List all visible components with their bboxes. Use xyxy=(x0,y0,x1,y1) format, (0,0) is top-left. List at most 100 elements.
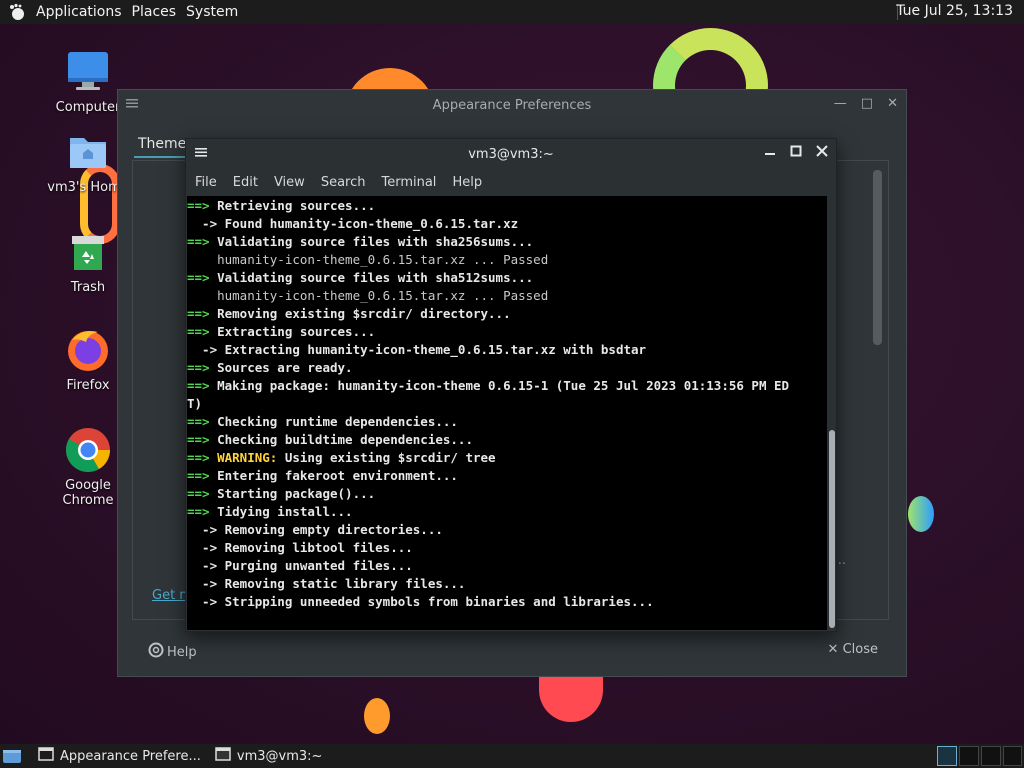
workspace-1[interactable] xyxy=(937,746,957,766)
menu-system[interactable]: System xyxy=(181,4,243,20)
workspace-4[interactable] xyxy=(1003,746,1022,766)
firefox-icon xyxy=(64,326,112,374)
wallpaper-shape xyxy=(908,496,934,532)
workspace-3[interactable] xyxy=(981,746,1001,766)
taskbar-item-terminal[interactable]: vm3@vm3:~ xyxy=(215,747,322,765)
prompt-arrow: ==> xyxy=(187,432,210,447)
terminal-output[interactable]: ==> Retrieving sources... -> Found human… xyxy=(187,196,827,630)
terminal-line-text: Entering fakeroot environment... xyxy=(209,468,458,483)
prompt-arrow: ==> xyxy=(187,324,210,339)
wallpaper-shape xyxy=(364,698,390,734)
terminal-line: ==> Checking buildtime dependencies... xyxy=(187,431,827,449)
prompt-arrow: ==> xyxy=(187,450,210,465)
terminal-icon xyxy=(215,747,231,765)
window-menu-icon[interactable] xyxy=(126,97,138,113)
prompt-arrow: ==> xyxy=(187,360,210,375)
top-panel: Applications Places System Tue Jul 25, 1… xyxy=(0,0,1024,24)
terminal-line: ==> Making package: humanity-icon-theme … xyxy=(187,377,827,395)
terminal-line-text: -> Purging unwanted files... xyxy=(187,558,413,573)
terminal-line: ==> Validating source files with sha256s… xyxy=(187,233,827,251)
menu-applications[interactable]: Applications xyxy=(31,4,127,20)
prompt-arrow: ==> xyxy=(187,198,210,213)
terminal-line-text: humanity-icon-theme_0.6.15.tar.xz ... Pa… xyxy=(187,288,549,303)
terminal-line: -> Removing empty directories... xyxy=(187,521,827,539)
terminal-line: ==> Tidying install... xyxy=(187,503,827,521)
terminal-line: -> Purging unwanted files... xyxy=(187,557,827,575)
menu-terminal[interactable]: Terminal xyxy=(373,175,444,190)
terminal-scrollbar-thumb[interactable] xyxy=(829,430,835,628)
clock[interactable]: Tue Jul 25, 13:13 xyxy=(896,3,1013,19)
terminal-titlebar[interactable]: vm3@vm3:~ xyxy=(186,139,836,169)
menu-help[interactable]: Help xyxy=(444,175,490,190)
maximize-icon[interactable] xyxy=(790,145,802,161)
terminal-line-text: -> Removing static library files... xyxy=(187,576,466,591)
terminal-line: ==> Checking runtime dependencies... xyxy=(187,413,827,431)
prompt-arrow: ==> xyxy=(187,378,210,393)
minimize-icon[interactable]: — xyxy=(834,96,847,111)
terminal-line: -> Removing static library files... xyxy=(187,575,827,593)
home-folder-icon xyxy=(64,128,112,176)
window-titlebar[interactable]: Appearance Preferences — □ ✕ xyxy=(118,90,906,120)
close-label: Close xyxy=(842,642,878,657)
terminal-line: T) xyxy=(187,395,827,413)
window-icon xyxy=(38,747,54,765)
workspace-2[interactable] xyxy=(959,746,979,766)
minimize-icon[interactable] xyxy=(764,145,776,161)
terminal-line: -> Found humanity-icon-theme_0.6.15.tar.… xyxy=(187,215,827,233)
terminal-line: -> Extracting humanity-icon-theme_0.6.15… xyxy=(187,341,827,359)
terminal-window: vm3@vm3:~ File Edit View Search Terminal… xyxy=(185,138,837,632)
terminal-line: ==> Retrieving sources... xyxy=(187,197,827,215)
warning-label: WARNING: xyxy=(209,450,278,465)
window-title: Appearance Preferences xyxy=(432,97,592,113)
close-button[interactable]: ✕ Close xyxy=(828,642,878,657)
terminal-title: vm3@vm3:~ xyxy=(468,146,554,162)
terminal-line: ==> Sources are ready. xyxy=(187,359,827,377)
terminal-line: ==> Entering fakeroot environment... xyxy=(187,467,827,485)
terminal-line: ==> WARNING: Using existing $srcdir/ tre… xyxy=(187,449,827,467)
terminal-line-text: -> Found humanity-icon-theme_0.6.15.tar.… xyxy=(187,216,519,231)
terminal-line-text: Validating source files with sha256sums.… xyxy=(209,234,534,249)
terminal-line-text: Checking buildtime dependencies... xyxy=(209,432,473,447)
terminal-line-text: -> Stripping unneeded symbols from binar… xyxy=(187,594,654,609)
terminal-line-text: -> Removing empty directories... xyxy=(187,522,443,537)
terminal-line-text: Checking runtime dependencies... xyxy=(209,414,458,429)
menu-view[interactable]: View xyxy=(266,175,313,190)
prompt-arrow: ==> xyxy=(187,306,210,321)
close-icon[interactable] xyxy=(816,145,828,161)
terminal-line: humanity-icon-theme_0.6.15.tar.xz ... Pa… xyxy=(187,251,827,269)
prompt-arrow: ==> xyxy=(187,504,210,519)
menu-file[interactable]: File xyxy=(187,175,225,190)
chrome-icon xyxy=(64,426,112,474)
terminal-line: ==> Validating source files with sha512s… xyxy=(187,269,827,287)
maximize-icon[interactable]: □ xyxy=(861,96,873,111)
prompt-arrow: ==> xyxy=(187,414,210,429)
terminal-menubar: File Edit View Search Terminal Help xyxy=(186,169,836,195)
help-button[interactable]: Help xyxy=(148,642,197,662)
terminal-line-text: Retrieving sources... xyxy=(209,198,376,213)
bottom-panel: Appearance Prefere... vm3@vm3:~ xyxy=(0,744,1024,768)
menu-edit[interactable]: Edit xyxy=(225,175,266,190)
terminal-line-text: Validating source files with sha512sums.… xyxy=(209,270,534,285)
terminal-line-text: Starting package()... xyxy=(209,486,376,501)
help-label: Help xyxy=(167,644,197,660)
terminal-line-text: Extracting sources... xyxy=(209,324,376,339)
menu-places[interactable]: Places xyxy=(127,4,182,20)
terminal-line-text: Using existing $srcdir/ tree xyxy=(277,450,496,465)
terminal-menu-icon[interactable] xyxy=(195,146,207,162)
terminal-line-text: Sources are ready. xyxy=(209,360,353,375)
terminal-scrollbar[interactable] xyxy=(828,196,836,630)
close-icon[interactable]: ✕ xyxy=(887,96,898,111)
gnome-foot-icon[interactable] xyxy=(7,2,27,22)
show-desktop-icon[interactable] xyxy=(2,747,24,765)
prompt-arrow: ==> xyxy=(187,486,210,501)
theme-list-scrollbar[interactable] xyxy=(873,170,882,345)
terminal-line: -> Stripping unneeded symbols from binar… xyxy=(187,593,827,611)
menu-search[interactable]: Search xyxy=(313,175,374,190)
close-x-icon: ✕ xyxy=(827,642,843,657)
tab-theme[interactable]: Theme xyxy=(134,134,191,158)
taskbar-item-appearance[interactable]: Appearance Prefere... xyxy=(38,747,201,765)
terminal-line: ==> Extracting sources... xyxy=(187,323,827,341)
help-icon xyxy=(148,642,164,662)
terminal-line-text: -> Removing libtool files... xyxy=(187,540,413,555)
prompt-arrow: ==> xyxy=(187,270,210,285)
